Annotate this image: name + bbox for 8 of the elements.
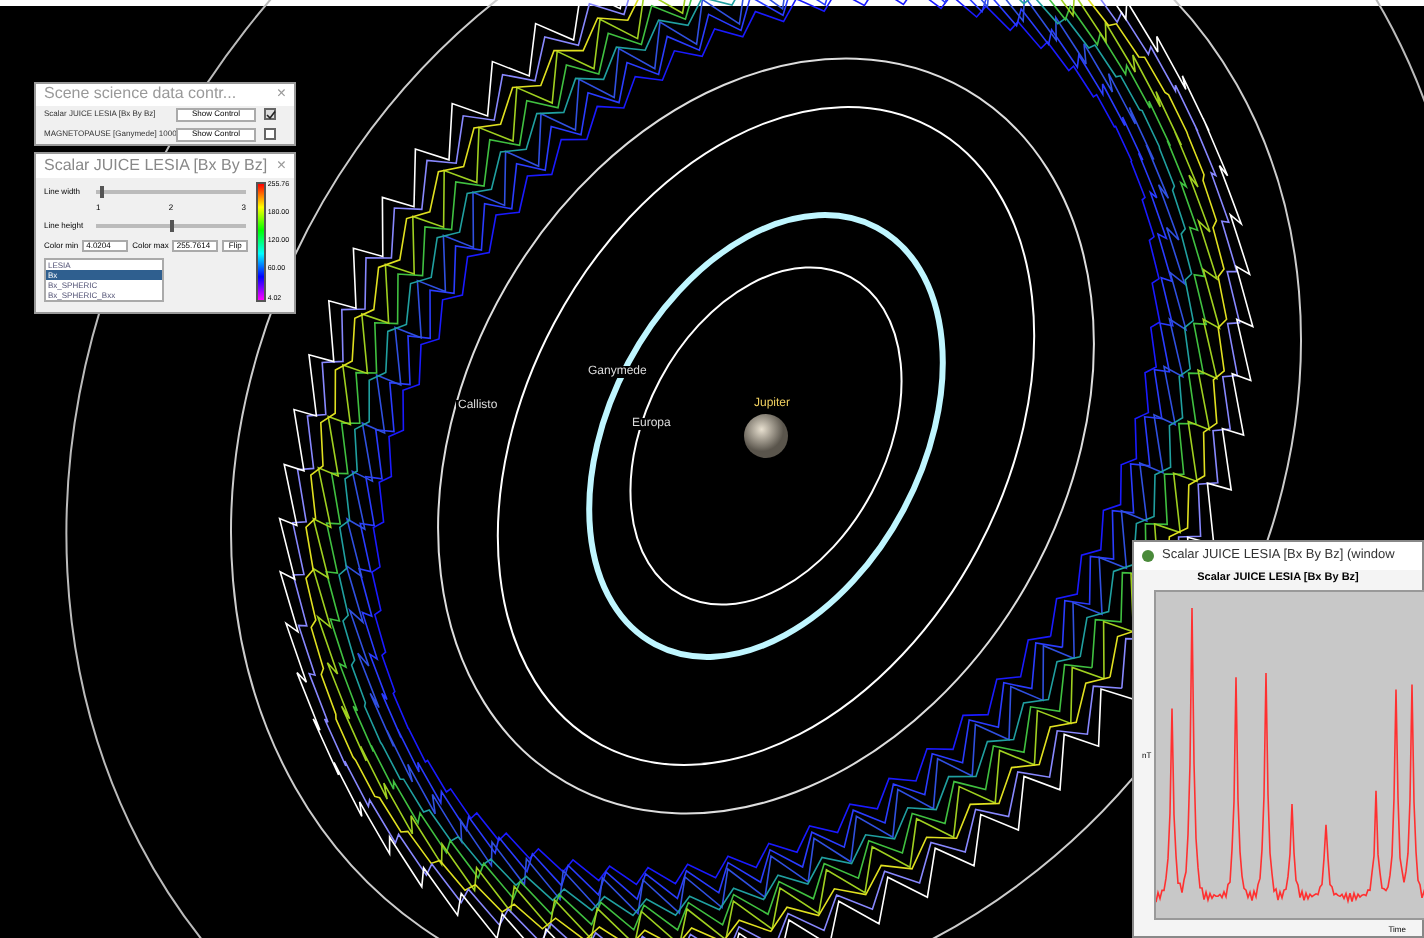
- checkbox[interactable]: [264, 128, 276, 141]
- window-app-icon: [1142, 550, 1154, 562]
- checkbox[interactable]: [264, 108, 276, 121]
- jupiter-sphere: [744, 414, 788, 458]
- slider-thumb[interactable]: [100, 185, 105, 197]
- panel-title: Scalar JUICE LESIA [Bx By Bz]: [44, 158, 268, 174]
- panel-title: Scene science data contr...: [44, 86, 237, 103]
- color-scale-bar: [255, 182, 266, 302]
